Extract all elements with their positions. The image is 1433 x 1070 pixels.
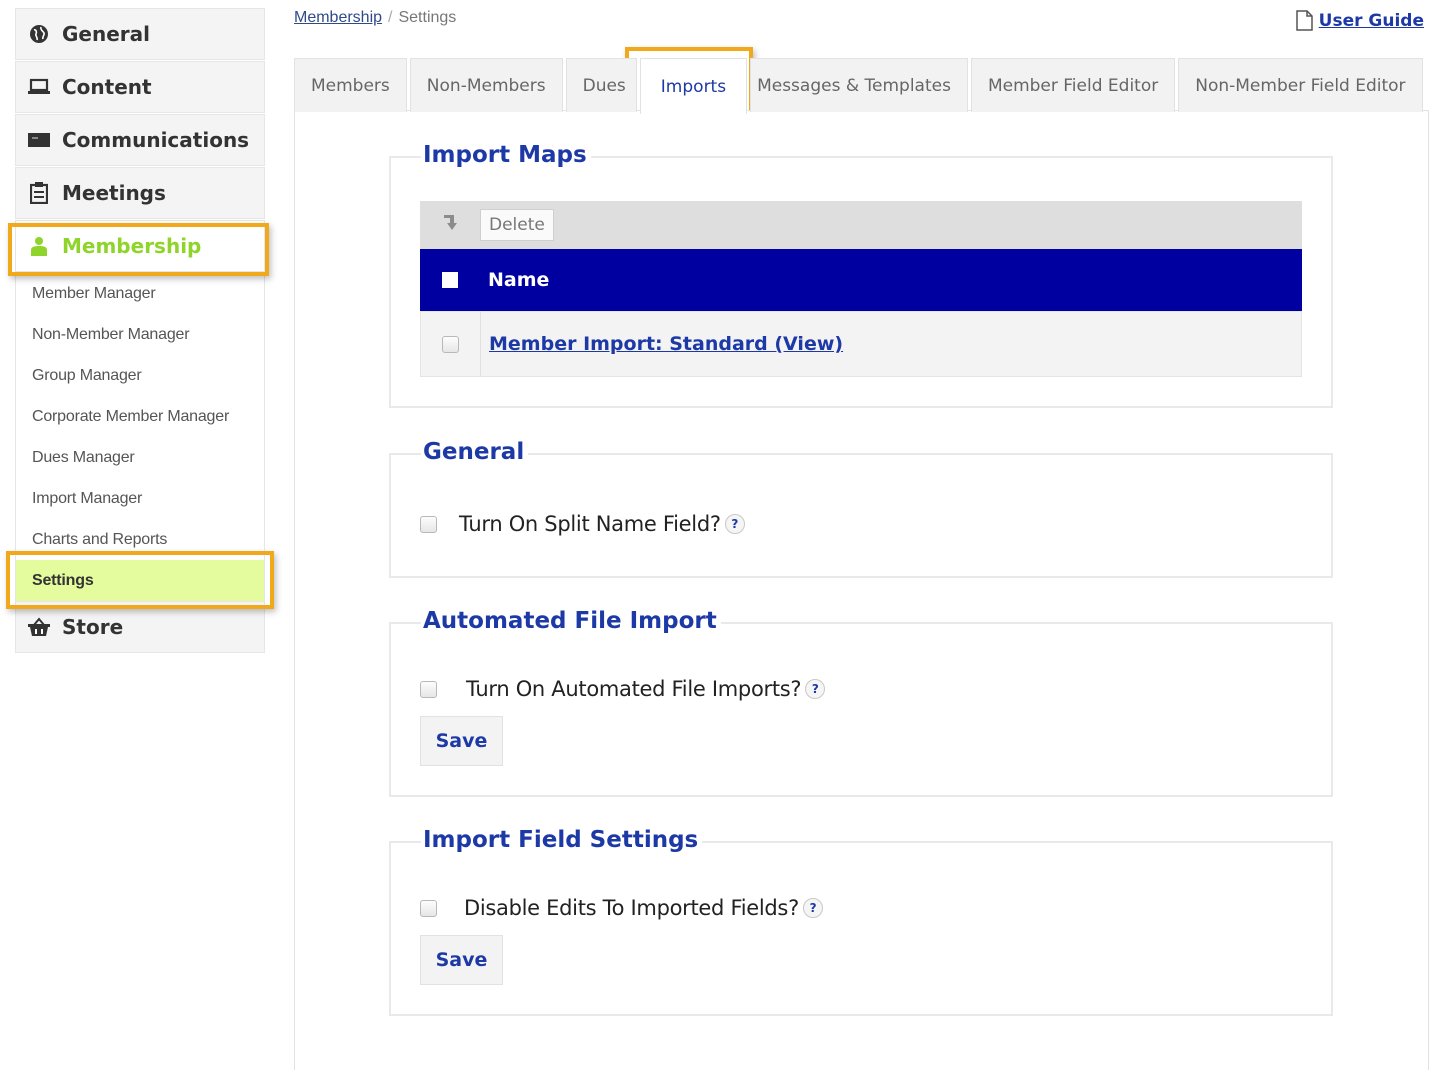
help-icon[interactable]: ? [724,514,745,534]
import-field-settings-fieldset: Import Field Settings [389,827,1333,1016]
globe-icon [28,23,50,45]
save-button[interactable]: Save [420,716,503,766]
split-name-checkbox[interactable] [420,515,437,533]
nav-store-label: Store [62,615,124,639]
user-guide[interactable]: User Guide [1295,10,1424,31]
grid-toolbar: Delete [420,201,1302,249]
column-header-name[interactable]: Name [488,269,549,291]
automated-imports-checkbox[interactable] [420,680,437,698]
member-import-standard-link[interactable]: Member Import: Standard (View) [489,333,843,355]
automated-imports-option: Turn On Automated File Imports? ? [420,677,826,701]
automated-file-import-legend: Automated File Import [421,608,721,634]
tab-imports[interactable]: Imports [639,58,748,114]
nav-content[interactable]: Content [15,61,265,113]
grid-header: Name [420,249,1302,311]
disable-edits-option: Disable Edits To Imported Fields? ? [420,896,823,920]
general-legend: General [421,439,529,465]
user-guide-link[interactable]: User Guide [1319,11,1424,31]
nav-content-label: Content [62,75,152,99]
tab-non-members[interactable]: Non-Members [409,58,563,112]
breadcrumb: Membership / Settings [294,9,456,27]
table-row: Member Import: Standard (View) [420,311,1302,377]
arrow-down-icon [442,213,470,237]
nav-meetings[interactable]: Meetings [15,167,265,219]
envelope-icon [28,129,50,151]
sub-item-dues-manager[interactable]: Dues Manager [16,437,264,478]
row-checkbox[interactable] [442,335,459,353]
disable-edits-checkbox[interactable] [420,899,437,917]
nav-meetings-label: Meetings [62,181,166,205]
delete-button[interactable]: Delete [480,209,554,241]
tab-bar: Members Non-Members Dues Imports Message… [294,58,1426,114]
tab-members[interactable]: Members [294,58,407,112]
nav-store[interactable]: Store [15,601,265,653]
automated-file-import-fieldset: Automated File Import [389,608,1333,797]
document-icon [1295,10,1313,31]
sub-item-corporate-member-manager[interactable]: Corporate Member Manager [16,396,264,437]
nav-communications-label: Communications [62,128,250,152]
nav-membership-label: Membership [62,234,202,258]
sub-item-settings[interactable]: Settings [16,560,264,601]
tab-non-member-field-editor[interactable]: Non-Member Field Editor [1178,58,1423,112]
tab-member-field-editor[interactable]: Member Field Editor [970,58,1176,112]
laptop-icon [28,76,50,98]
tab-dues[interactable]: Dues [565,58,637,112]
help-icon[interactable]: ? [805,679,826,699]
sub-item-charts-and-reports[interactable]: Charts and Reports [16,519,264,560]
row-checkbox-cell [421,312,481,376]
nav-membership[interactable]: Membership [15,220,265,272]
import-field-settings-legend: Import Field Settings [421,827,703,853]
import-maps-legend: Import Maps [421,142,591,168]
save-button[interactable]: Save [420,935,503,985]
nav-general-label: General [62,22,150,46]
split-name-label: Turn On Split Name Field? [459,512,721,536]
sub-item-group-manager[interactable]: Group Manager [16,355,264,396]
split-name-option: Turn On Split Name Field? ? [420,512,745,536]
sub-item-non-member-manager[interactable]: Non-Member Manager [16,314,264,355]
disable-edits-label: Disable Edits To Imported Fields? [464,896,799,920]
sub-item-member-manager[interactable]: Member Manager [16,273,264,314]
breadcrumb-membership-link[interactable]: Membership [294,9,382,26]
sidebar: General Content Communications Meetings … [15,8,265,654]
automated-imports-label: Turn On Automated File Imports? [466,677,802,701]
nav-general[interactable]: General [15,8,265,60]
tab-messages-templates[interactable]: Messages & Templates [750,58,968,112]
user-icon [28,235,50,257]
breadcrumb-separator: / [388,9,393,26]
basket-icon [28,616,50,638]
help-icon[interactable]: ? [802,898,823,918]
membership-submenu: Member Manager Non-Member Manager Group … [15,273,265,601]
select-all-checkbox[interactable] [442,272,458,288]
sub-item-import-manager[interactable]: Import Manager [16,478,264,519]
clipboard-icon [28,182,50,204]
nav-communications[interactable]: Communications [15,114,265,166]
breadcrumb-current: Settings [398,9,457,26]
